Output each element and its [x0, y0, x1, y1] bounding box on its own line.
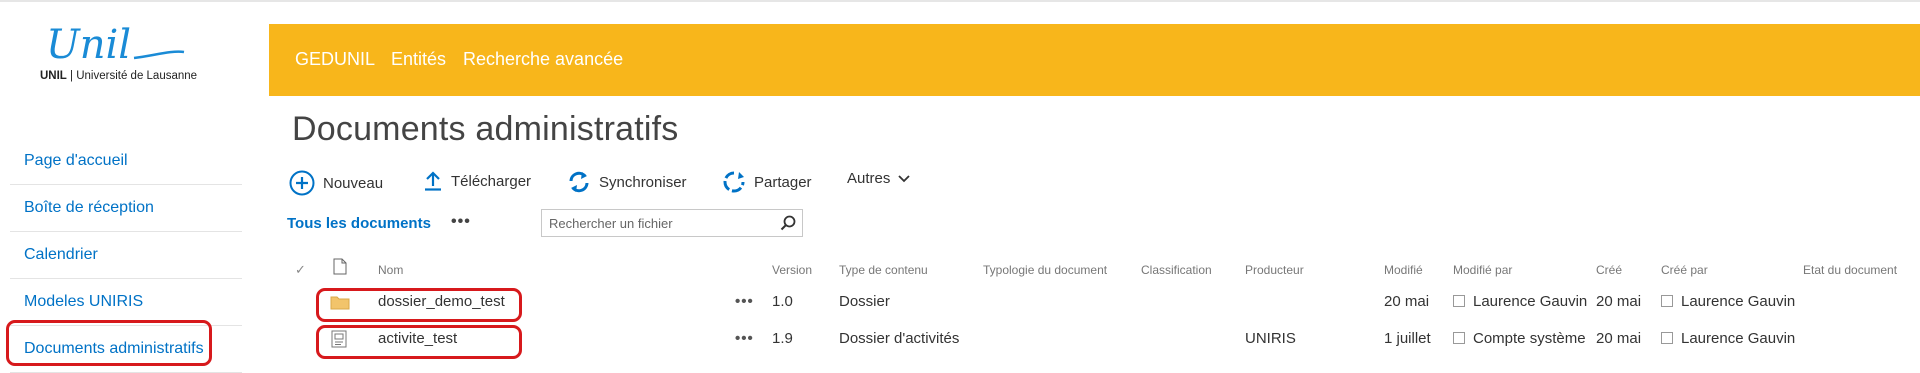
sync-icon — [569, 171, 589, 193]
more-button-label: Autres — [847, 170, 891, 187]
column-header-doc-typology[interactable]: Typologie du document — [983, 263, 1107, 277]
presence-indicator — [1453, 332, 1465, 344]
upload-button-label: Télécharger — [451, 172, 532, 190]
row-modified-by[interactable]: Laurence Gauvin — [1453, 293, 1587, 310]
column-header-producer[interactable]: Producteur — [1245, 263, 1304, 277]
row-version: 1.0 — [772, 293, 793, 310]
topnav-recherche-avancee[interactable]: Recherche avancée — [463, 49, 623, 70]
top-navigation-bar: GEDUNIL Entités Recherche avancée — [269, 24, 1920, 96]
column-header-version[interactable]: Version — [772, 263, 812, 277]
search-input[interactable] — [542, 210, 779, 236]
page-title: Documents administratifs — [292, 110, 679, 148]
share-button[interactable]: Partager — [722, 170, 812, 194]
plus-circle-icon — [289, 170, 315, 196]
logo-caption: UNIL | Université de Lausanne — [40, 70, 198, 82]
chevron-down-icon — [898, 174, 910, 182]
column-header-modified[interactable]: Modifié — [1384, 263, 1423, 277]
column-header-classification[interactable]: Classification — [1141, 263, 1212, 277]
folder-icon — [330, 296, 350, 310]
more-menu-button[interactable]: Autres — [847, 170, 910, 187]
presence-indicator — [1661, 295, 1673, 307]
row-created-by[interactable]: Laurence Gauvin — [1661, 330, 1795, 347]
sync-button-label: Synchroniser — [599, 173, 687, 191]
presence-indicator — [1661, 332, 1673, 344]
row-name-link[interactable]: dossier_demo_test — [378, 293, 505, 310]
row-producer: UNIRIS — [1245, 330, 1296, 347]
column-header-modified-by[interactable]: Modifié par — [1453, 263, 1512, 277]
sidebar-item-documents-administratifs[interactable]: Documents administratifs — [10, 326, 242, 373]
unil-wordmark: Unil — [46, 22, 185, 68]
upload-arrow-icon — [425, 171, 441, 191]
row-modified-by[interactable]: Compte système — [1453, 330, 1586, 347]
sidebar-item-calendar[interactable]: Calendrier — [10, 232, 242, 279]
row-created-by[interactable]: Laurence Gauvin — [1661, 293, 1795, 310]
svg-text:Unil: Unil — [46, 22, 131, 68]
file-type-icon — [333, 258, 347, 275]
row-content-type: Dossier d'activités — [839, 330, 960, 347]
new-button[interactable]: Nouveau — [289, 170, 383, 196]
view-options-ellipsis[interactable]: ••• — [451, 213, 471, 231]
view-all-documents[interactable]: Tous les documents — [287, 215, 431, 232]
row-created: 20 mai — [1596, 330, 1642, 347]
new-button-label: Nouveau — [323, 174, 384, 192]
row-modified: 20 mai — [1384, 293, 1430, 310]
sidebar: Page d'accueil Boîte de réception Calend… — [10, 138, 242, 373]
sidebar-item-inbox[interactable]: Boîte de réception — [10, 185, 242, 232]
presence-indicator — [1453, 295, 1465, 307]
sidebar-item-home[interactable]: Page d'accueil — [10, 138, 242, 185]
select-all-checkmark[interactable]: ✓ — [295, 262, 306, 278]
row-version: 1.9 — [772, 330, 793, 347]
share-icon — [723, 171, 745, 193]
top-border — [0, 0, 1920, 2]
sync-button[interactable]: Synchroniser — [567, 170, 687, 194]
activity-folder-icon — [331, 330, 347, 348]
unil-logo[interactable]: Unil UNIL | Université de Lausanne — [24, 18, 224, 90]
topnav-entites[interactable]: Entités — [391, 49, 446, 70]
row-name-link[interactable]: activite_test — [378, 330, 457, 347]
column-header-content-type[interactable]: Type de contenu — [839, 263, 928, 277]
sidebar-item-modeles-uniris[interactable]: Modeles UNIRIS — [10, 279, 242, 326]
row-content-type: Dossier — [839, 293, 890, 310]
search-box — [541, 209, 803, 237]
row-ellipsis-menu[interactable]: ••• — [735, 293, 754, 310]
column-header-created[interactable]: Créé — [1596, 263, 1622, 277]
column-header-created-by[interactable]: Créé par — [1661, 263, 1708, 277]
row-modified: 1 juillet — [1384, 330, 1431, 347]
row-created: 20 mai — [1596, 293, 1642, 310]
topnav-gedunil[interactable]: GEDUNIL — [295, 49, 375, 70]
column-header-doc-state[interactable]: Etat du document — [1803, 263, 1897, 277]
share-button-label: Partager — [754, 173, 812, 191]
search-icon[interactable] — [780, 215, 796, 231]
upload-button[interactable]: Télécharger — [423, 170, 531, 192]
row-ellipsis-menu[interactable]: ••• — [735, 330, 754, 347]
column-header-name[interactable]: Nom — [378, 263, 403, 277]
